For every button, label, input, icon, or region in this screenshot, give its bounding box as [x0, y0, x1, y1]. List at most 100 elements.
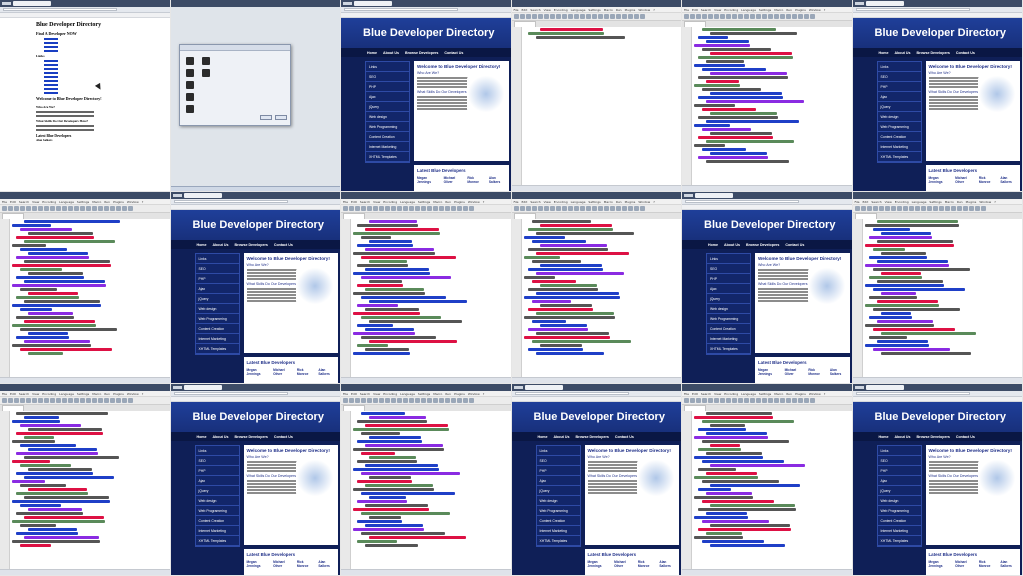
toolbar-icon[interactable] — [714, 14, 719, 19]
dev-name[interactable]: Rick Monroe — [979, 560, 996, 568]
address-input[interactable] — [685, 200, 800, 203]
dev-name[interactable]: Alan Salkers — [1000, 176, 1017, 184]
menu-item[interactable]: Settings — [929, 200, 941, 204]
file-thumbnail[interactable] — [185, 81, 194, 89]
link-item[interactable] — [44, 60, 58, 62]
toolbar-icon[interactable] — [561, 14, 567, 19]
toolbar-icon[interactable] — [56, 398, 61, 403]
toolbar-icon[interactable] — [786, 14, 791, 19]
menu-item[interactable]: View — [32, 392, 39, 396]
sidebar-link[interactable]: Web design — [877, 496, 921, 506]
menu-item[interactable]: File — [343, 392, 348, 396]
dev-name[interactable]: Alan Salkers — [318, 368, 335, 376]
dev-name[interactable]: Megan Jennings — [929, 560, 951, 568]
toolbar-icon[interactable] — [866, 206, 872, 211]
menu-item[interactable]: Plugins — [625, 200, 636, 204]
toolbar-icon[interactable] — [744, 398, 749, 403]
menu-item[interactable]: File — [2, 392, 7, 396]
menu-item[interactable]: Edit — [351, 200, 357, 204]
dev-name[interactable]: Rick Monroe — [979, 176, 996, 184]
toolbar-icon[interactable] — [525, 206, 531, 211]
sidebar-link[interactable]: jQuery — [877, 486, 921, 496]
toolbar-icon[interactable] — [579, 206, 585, 211]
menu-item[interactable]: View — [885, 200, 892, 204]
sidebar-link[interactable]: Ajax — [707, 284, 750, 294]
nav-link[interactable]: Browse Developers — [746, 243, 779, 247]
sidebar-link[interactable]: Ajax — [366, 92, 409, 102]
nav-link[interactable]: Browse Developers — [405, 51, 438, 55]
sidebar-link[interactable]: Internet Marketing — [707, 334, 750, 344]
toolbar-icon[interactable] — [543, 206, 549, 211]
menu-item[interactable]: Macro — [774, 8, 783, 12]
toolbar-icon[interactable] — [439, 206, 444, 211]
toolbar-icon[interactable] — [768, 398, 773, 403]
menu-item[interactable]: Language — [571, 200, 586, 204]
code-area[interactable] — [353, 220, 509, 376]
toolbar-icon[interactable] — [373, 398, 378, 403]
toolbar-icon[interactable] — [86, 206, 91, 211]
menu-item[interactable]: ? — [824, 392, 826, 396]
file-thumbnail[interactable] — [185, 93, 194, 101]
nav-link[interactable]: About Us — [213, 243, 229, 247]
toolbar-icon[interactable] — [684, 398, 689, 403]
menu-item[interactable]: Search — [701, 8, 711, 12]
toolbar-icon[interactable] — [756, 14, 761, 19]
toolbar-icon[interactable] — [355, 206, 360, 211]
toolbar-icon[interactable] — [525, 14, 531, 19]
sidebar-link[interactable]: XHTML Templates — [195, 344, 239, 354]
toolbar-icon[interactable] — [738, 14, 743, 19]
menu-item[interactable]: Window — [638, 8, 650, 12]
toolbar-icon[interactable] — [519, 14, 525, 19]
link-item[interactable] — [44, 84, 58, 86]
toolbar-icon[interactable] — [543, 14, 549, 19]
menu-item[interactable]: Edit — [10, 200, 16, 204]
nav-link[interactable]: Home — [197, 435, 207, 439]
sidebar-link[interactable]: SEO — [195, 456, 239, 466]
sidebar-link[interactable]: Ajax — [877, 476, 921, 486]
menu-item[interactable]: Edit — [522, 8, 528, 12]
nav-link[interactable]: Home — [538, 435, 548, 439]
toolbar-icon[interactable] — [792, 398, 797, 403]
menu-item[interactable]: Language — [59, 200, 74, 204]
toolbar-icon[interactable] — [110, 206, 115, 211]
link-item[interactable] — [44, 80, 58, 82]
menu-item[interactable]: ? — [483, 392, 485, 396]
toolbar-icon[interactable] — [537, 206, 543, 211]
toolbar-icon[interactable] — [38, 206, 43, 211]
menu-item[interactable]: Language — [400, 392, 415, 396]
toolbar-icon[interactable] — [379, 398, 384, 403]
nav-link[interactable]: Home — [367, 51, 377, 55]
toolbar-icon[interactable] — [44, 398, 49, 403]
toolbar-icon[interactable] — [962, 206, 968, 211]
toolbar-icon[interactable] — [750, 14, 755, 19]
menu-item[interactable]: Settings — [418, 392, 430, 396]
code-area[interactable] — [694, 28, 850, 184]
menu-item[interactable]: Search — [871, 200, 881, 204]
sidebar-link[interactable]: SEO — [366, 72, 409, 82]
menu-item[interactable]: ? — [142, 200, 144, 204]
toolbar-icon[interactable] — [8, 206, 13, 211]
menu-item[interactable]: ? — [994, 200, 996, 204]
link-item[interactable] — [44, 72, 58, 74]
toolbar-icon[interactable] — [116, 206, 121, 211]
toolbar-icon[interactable] — [720, 398, 725, 403]
open-button[interactable] — [259, 115, 272, 120]
toolbar-icon[interactable] — [615, 14, 621, 19]
dev-name[interactable]: Megan Jennings — [247, 368, 269, 376]
toolbar-icon[interactable] — [355, 398, 360, 403]
sidebar-link[interactable]: Ajax — [536, 476, 580, 486]
menu-item[interactable]: Run — [104, 200, 110, 204]
toolbar-icon[interactable] — [690, 398, 695, 403]
dev-name[interactable]: Alan Salkers — [318, 560, 335, 568]
toolbar-icon[interactable] — [531, 206, 537, 211]
toolbar-icon[interactable] — [403, 206, 408, 211]
sidebar-link[interactable]: SEO — [877, 72, 921, 82]
code-area[interactable] — [12, 412, 168, 568]
menu-item[interactable]: File — [2, 200, 7, 204]
toolbar-icon[interactable] — [122, 398, 127, 403]
dev-name[interactable]: Megan Jennings — [588, 560, 610, 568]
dev-name[interactable]: Alan Salkers — [1000, 560, 1017, 568]
menu-item[interactable]: Plugins — [454, 392, 465, 396]
sidebar-link[interactable]: Web Programming — [707, 314, 750, 324]
toolbar-icon[interactable] — [457, 398, 462, 403]
